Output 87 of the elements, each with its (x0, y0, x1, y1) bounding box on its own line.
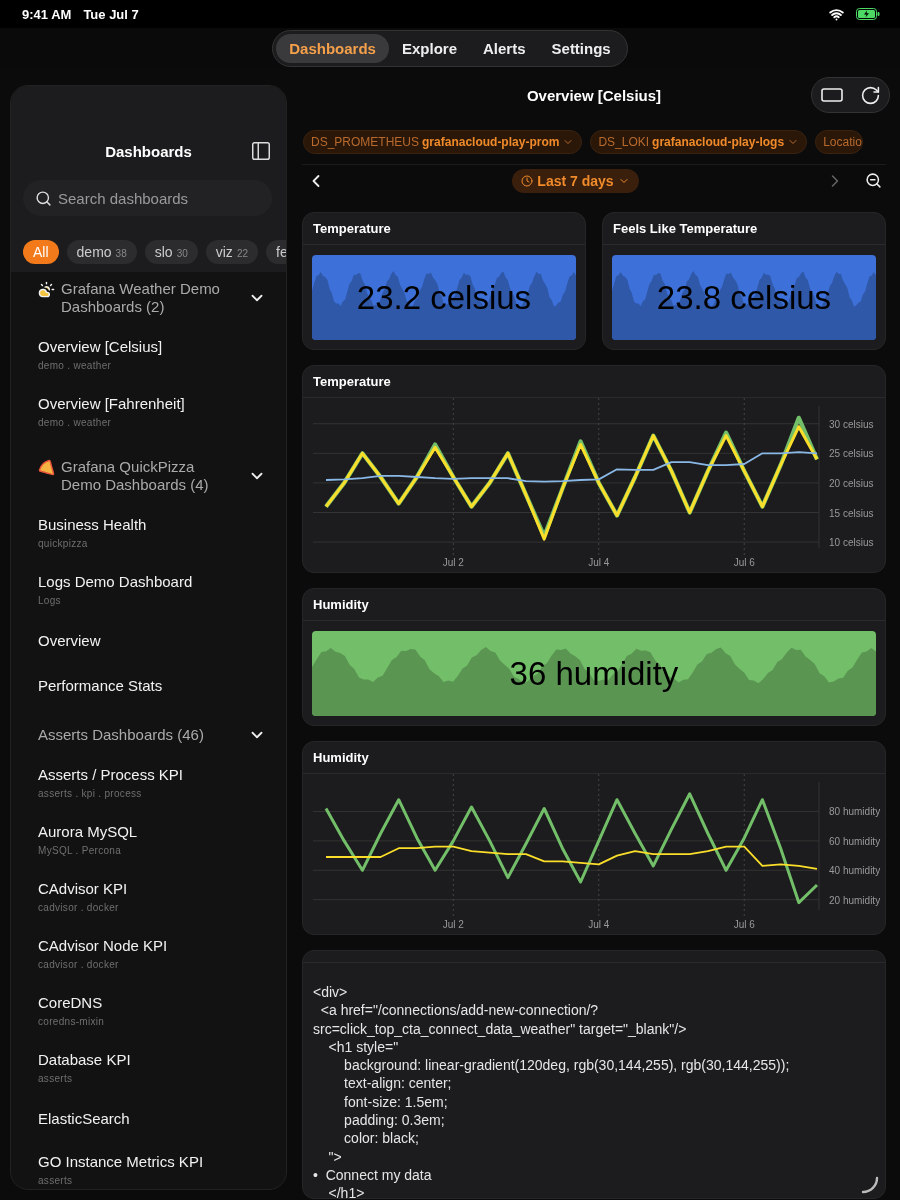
code-line: text-align: center; (343, 1074, 453, 1093)
code-line: • Connect my data (313, 1165, 433, 1185)
stat-value: 23.2 celsius (356, 278, 532, 317)
nav-tab[interactable]: Explore (388, 33, 470, 63)
code-line: color: black; (343, 1129, 420, 1148)
axis-label: 20 celsius (829, 477, 874, 489)
dashboard-link[interactable]: Overview (38, 632, 286, 649)
axis-label: 60 humidity (829, 835, 881, 847)
axis-label: 80 humidity (829, 806, 881, 818)
dashboard-link[interactable]: Overview [Celsius] (38, 338, 286, 355)
group-title: Asserts Dashboards (46) (38, 726, 205, 744)
code-line: "> (327, 1147, 343, 1166)
axis-label: Jul 2 (442, 557, 464, 568)
sidebar-title: Dashboards (105, 142, 192, 160)
dashboard-tags: coredns-mixin (38, 1016, 286, 1027)
dashboard-tags: Logs (38, 595, 286, 606)
axis-label: Jul 6 (733, 919, 755, 930)
variable-value: grafanacloud-play-prom (422, 135, 560, 149)
axis-label: 30 celsius (829, 418, 874, 430)
group-title: Grafana Weather Demo Dashboards (2) (61, 280, 221, 316)
dashboard-tags: quickpizza (38, 538, 286, 549)
variable-value: grafanacloud-play-logs (652, 135, 785, 149)
code-line: font-size: 1.5em; (343, 1092, 449, 1112)
variable-chip[interactable]: DS_PROMETHEUS grafanacloud-play-prom (303, 130, 583, 154)
dashboard-link[interactable]: CAdvisor Node KPI (38, 937, 286, 954)
panel-title: Feels Like Temperature (613, 221, 758, 236)
dashboard-link[interactable]: Asserts / Process KPI (38, 766, 286, 783)
axis-label: 40 humidity (829, 865, 881, 877)
nav-tab[interactable]: Settings (538, 33, 624, 63)
dashboard-tags: asserts (38, 1175, 286, 1186)
nav-tab[interactable]: Dashboards (276, 33, 389, 63)
axis-label: 20 humidity (829, 894, 881, 906)
dashboard-tags: cadvisor . docker (38, 902, 286, 913)
dashboard-link[interactable]: Database KPI (38, 1051, 286, 1068)
code-line: padding: 0.3em; (343, 1111, 446, 1130)
search-field[interactable]: Search dashboards (23, 180, 272, 216)
variable-chip[interactable]: DS_LOKI grafanacloud-play-logs (590, 130, 808, 154)
dashboard-link[interactable]: Logs Demo Dashboard (38, 573, 286, 590)
dashboard-link[interactable]: Aurora MySQL (38, 823, 286, 840)
panel-title: Humidity (313, 597, 369, 612)
group-header[interactable]: Grafana Weather Demo Dashboards (2) (38, 272, 286, 326)
dashboard-tags: cadvisor . docker (38, 959, 286, 970)
filter-chip[interactable]: viz 22 (205, 240, 258, 264)
code-line: <div> (313, 983, 349, 1002)
status-date: Tue Jul 7 (83, 6, 139, 22)
dashboard-link[interactable]: Overview [Fahrenheit] (38, 395, 286, 412)
axis-label: Jul 4 (588, 919, 610, 930)
filter-chip[interactable]: demo 38 (66, 240, 137, 264)
axis-label: Jul 2 (442, 919, 464, 930)
time-range-button[interactable]: Last 7 days (512, 168, 639, 193)
dashboard-tags: demo . weather (38, 360, 286, 371)
axis-label: 25 celsius (829, 448, 874, 460)
code-line: <h1 style=" (327, 1037, 400, 1057)
dashboard-link[interactable]: Performance Stats (38, 677, 286, 694)
dashboard-tags: demo . weather (38, 417, 286, 428)
code-line: background: linear-gradient(120deg, rgb(30,144,255), rgb(30,144,255)); (343, 1056, 791, 1075)
status-time: 9:41 AM (22, 6, 72, 22)
axis-label: 15 celsius (829, 507, 874, 519)
code-line: </h1> (327, 1184, 366, 1198)
panel-title: Temperature (313, 221, 391, 236)
variable-name: DS_LOKI (598, 135, 650, 149)
dashboard-link[interactable]: GO Instance Metrics KPI (38, 1153, 286, 1170)
stat-value: 23.8 celsius (656, 278, 832, 317)
variable-chip[interactable]: Locatio (815, 130, 863, 154)
code-line: <a href="/connections/add-new-connection/? (319, 1001, 600, 1020)
panel-title: Humidity (313, 750, 369, 765)
variable-name: Locatio (823, 135, 862, 149)
dashboard-link[interactable]: CAdvisor KPI (38, 880, 286, 897)
dashboard-tags: asserts (38, 1073, 286, 1084)
axis-label: Jul 6 (733, 557, 755, 568)
dashboard-link[interactable]: CoreDNS (38, 994, 286, 1011)
group-header[interactable]: Grafana QuickPizza Demo Dashboards (4) (38, 440, 286, 504)
dashboard-tags: asserts . kpi . process (38, 788, 286, 799)
dashboard-title: Overview [Celsius] (526, 86, 662, 104)
group-title: Grafana QuickPizza Demo Dashboards (4) (61, 458, 210, 494)
dashboard-tags: MySQL . Percona (38, 845, 286, 856)
axis-label: Jul 4 (588, 557, 610, 568)
panel-title: Temperature (313, 374, 391, 389)
axis-label: 10 celsius (829, 537, 874, 549)
nav-tab[interactable]: Alerts (470, 33, 539, 63)
dashboard-link[interactable]: Business Health (38, 516, 286, 533)
variable-name: DS_PROMETHEUS (311, 135, 420, 149)
code-line: src=click_top_cta_connect_data_weather" target="_blank"/> (313, 1019, 688, 1038)
group-header[interactable]: Asserts Dashboards (46) (38, 708, 286, 754)
filter-chip[interactable]: slo 30 (144, 240, 198, 264)
stat-value: 36 humidity (509, 654, 679, 693)
dashboard-link[interactable]: ElasticSearch (38, 1110, 286, 1127)
